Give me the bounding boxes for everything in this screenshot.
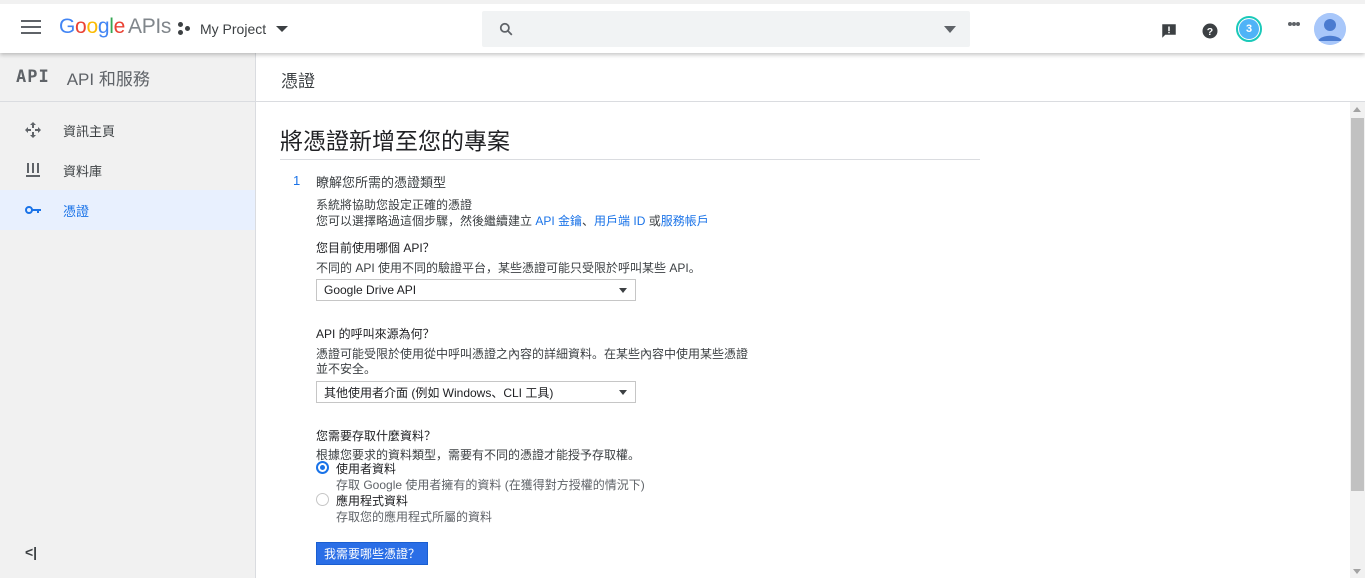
- search-dropdown-icon[interactable]: [944, 26, 956, 33]
- notifications-badge[interactable]: 3: [1236, 16, 1262, 42]
- sidebar-header: API API 和服務: [0, 53, 255, 102]
- app-data-desc: 存取您的應用程式所屬的資料: [336, 510, 493, 524]
- collapse-sidebar-icon[interactable]: <|: [25, 544, 37, 560]
- step-title: 瞭解您所需的憑證類型: [316, 175, 447, 190]
- chevron-down-icon: [619, 390, 627, 395]
- question-which-api-desc: 不同的 API 使用不同的驗證平台，某些憑證可能只受限於呼叫某些 API。: [316, 261, 701, 275]
- chevron-down-icon: [276, 26, 289, 32]
- logo-letter: o: [86, 15, 98, 38]
- logo-letter: G: [59, 15, 76, 38]
- user-data-radio[interactable]: [316, 461, 329, 474]
- question-call-source-desc1: 憑證可能受限於使用從中呼叫憑證之內容的詳細資料。在某些內容中使用某些憑證: [316, 347, 749, 361]
- sidebar-item-credentials[interactable]: 憑證: [0, 190, 255, 230]
- logo-letter: o: [75, 15, 87, 38]
- call-source-select-value: 其他使用者介面 (例如 Windows、CLI 工具): [324, 385, 554, 400]
- library-icon: [23, 163, 43, 177]
- main-header: 憑證: [256, 53, 1365, 102]
- svg-text:?: ?: [1207, 26, 1213, 38]
- main-content: 將憑證新增至您的專案 1 瞭解您所需的憑證類型 系統將協助您設定正確的憑證 您可…: [256, 102, 1349, 578]
- scrollbar-thumb[interactable]: [1351, 118, 1364, 491]
- separator: 、: [582, 214, 595, 228]
- question-data-access: 您需要存取什麼資料？: [316, 429, 437, 443]
- chevron-down-icon: [619, 288, 627, 293]
- help-icon[interactable]: ?: [1201, 22, 1219, 40]
- key-icon: [23, 205, 43, 215]
- hamburger-menu-icon[interactable]: [21, 20, 41, 34]
- api-logo: API: [16, 67, 50, 87]
- user-data-desc: 存取 Google 使用者擁有的資料 (在獲得對方授權的情況下): [336, 478, 645, 492]
- feedback-icon[interactable]: [1160, 22, 1178, 40]
- step-desc-line2: 您可以選擇略過這個步驟，然後繼續建立 API 金鑰、用戶端 ID 或服務帳戶: [316, 213, 709, 229]
- api-select[interactable]: Google Drive API: [316, 279, 636, 301]
- step-number: 1: [293, 173, 301, 188]
- question-which-api: 您目前使用哪個 API？: [316, 241, 435, 255]
- search-icon: [499, 22, 513, 36]
- notification-count: 3: [1239, 19, 1259, 39]
- question-call-source: API 的呼叫來源為何？: [316, 327, 435, 341]
- scroll-up-icon[interactable]: [1353, 107, 1361, 112]
- project-name: My Project: [200, 21, 267, 37]
- logo-letter: e: [113, 15, 126, 38]
- page-header-title: 憑證: [281, 72, 315, 91]
- service-account-link[interactable]: 服務帳戶: [661, 214, 709, 228]
- page-title: 將憑證新增至您的專案: [280, 128, 510, 154]
- logo-letter: g: [97, 15, 110, 38]
- google-apis-logo[interactable]: Google APIs: [59, 15, 171, 39]
- sidebar-item-dashboard[interactable]: 資訊主頁: [0, 110, 255, 150]
- user-data-label: 使用者資料: [336, 462, 397, 476]
- more-options-icon[interactable]: [1288, 20, 1300, 28]
- divider: [280, 159, 980, 160]
- sidebar-item-label: 資料庫: [63, 163, 103, 179]
- avatar[interactable]: [1314, 13, 1346, 45]
- search-input[interactable]: [482, 11, 970, 47]
- step-desc-line1: 系統將協助您設定正確的憑證: [316, 198, 473, 212]
- top-app-bar: Google APIs My Project ? 3: [0, 0, 1365, 53]
- app-data-label: 應用程式資料: [336, 494, 409, 508]
- step-desc-prefix: 您可以選擇略過這個步驟，然後繼續建立: [316, 214, 536, 228]
- separator: 或: [645, 214, 661, 228]
- scroll-down-icon[interactable]: [1353, 569, 1361, 574]
- sidebar-item-label: 憑證: [63, 203, 90, 219]
- call-source-select[interactable]: 其他使用者介面 (例如 Windows、CLI 工具): [316, 381, 636, 403]
- client-id-link[interactable]: 用戶端 ID: [594, 214, 645, 228]
- question-call-source-desc2: 並不安全。: [316, 362, 377, 376]
- scrollbar[interactable]: [1350, 102, 1365, 578]
- dashboard-icon: [23, 122, 43, 138]
- logo-suffix: APIs: [127, 15, 172, 38]
- app-data-radio[interactable]: [316, 493, 329, 506]
- sidebar-title: API 和服務: [66, 69, 150, 89]
- sidebar-item-library[interactable]: 資料庫: [0, 150, 255, 190]
- api-select-value: Google Drive API: [324, 283, 417, 297]
- which-credentials-button[interactable]: 我需要哪些憑證？: [316, 542, 428, 565]
- project-dots-icon: [178, 22, 192, 36]
- api-key-link[interactable]: API 金鑰: [535, 214, 582, 228]
- sidebar: API API 和服務 資訊主頁 資料庫 憑證 <|: [0, 53, 256, 578]
- project-selector[interactable]: My Project: [178, 18, 289, 40]
- sidebar-item-label: 資訊主頁: [63, 123, 116, 139]
